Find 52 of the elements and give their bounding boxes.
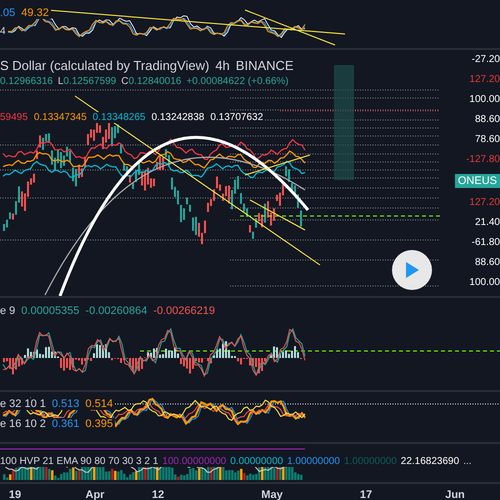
axis-label: 127.20 [469,74,500,85]
axis-label: 78.60 [474,134,500,145]
legend-value: 49.32 [21,7,49,19]
time-axis-label: 19 [8,489,22,500]
axis-label: 88.60 [474,114,500,125]
legend-value: 0.13348265 [92,112,146,123]
legend-value: 0.361 [52,418,80,430]
axis-label: 4 [0,26,6,37]
time-axis-label: Apr [86,489,104,500]
more-label: ... [463,456,472,467]
indicator-label: e 16 10 2 [0,418,46,430]
play-button[interactable] [392,250,432,290]
legend-value: 0.00000000 [230,456,284,467]
axis-label: -27.20 [472,54,500,65]
time-axis-label: May [261,489,283,500]
legend-value: 22.16823690 [400,456,460,467]
axis-label: -127.80 [466,154,500,165]
legend-value: 1.00000000 [287,456,340,467]
exchange-label: BINANCE [236,58,294,73]
legend-value: 59495 [0,112,28,123]
legend-value: -0.00260864 [85,305,148,317]
symbol-title: S Dollar (calculated by TradingView) [0,58,210,73]
interval-label: 4h [215,58,230,73]
play-icon [404,261,420,279]
legend-value: 0.13242838 [152,112,204,123]
legend-value: 0.13707632 [210,112,264,123]
legend-value: 1.00000000 [344,456,397,467]
time-axis-label: 12 [152,489,164,500]
axis-label: 100.00 [469,94,500,105]
price-value: +0.00084622 (+0.66%) [186,76,289,87]
time-axis-label: Jun [445,489,465,500]
price-value: C0.12840016 [121,76,182,87]
axis-label: -61.80 [472,237,500,248]
indicator-label: e 32 10 1 [0,398,46,410]
price-value: 0.12966316 [0,76,53,87]
indicator-label: 100 HVP 21 EMA 90 80 70 30 3 2 1 [0,456,158,467]
legend-value: 0.13347345 [34,112,87,123]
axis-label: 88.60 [474,257,500,268]
axis-label: 127.20 [469,197,500,208]
legend-value: 0.395 [85,418,113,430]
time-axis-label: 17 [360,489,372,500]
legend-value: 0.514 [85,398,113,410]
axis-label: 100.00 [469,277,500,288]
axis-label: 21.40 [474,217,500,228]
legend-value: 100.00000000 [162,456,226,467]
legend-value: .05 [0,7,16,19]
legend-value: 0.00005355 [21,305,80,317]
price-value: L0.12567599 [58,76,116,87]
legend-value: 0.513 [52,398,80,410]
symbol-price-tag: ONEUS [454,174,500,188]
legend-value: -0.00266219 [153,305,215,317]
indicator-label: e 9 [0,305,16,317]
